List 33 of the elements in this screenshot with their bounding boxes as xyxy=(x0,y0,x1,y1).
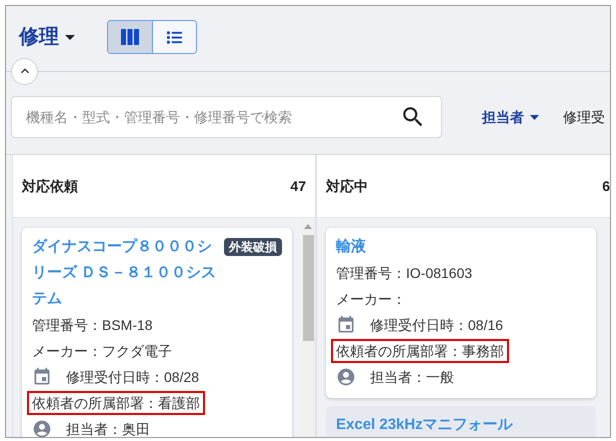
board-view-button[interactable] xyxy=(108,21,152,53)
calendar-icon xyxy=(32,367,52,387)
caret-icon xyxy=(530,114,539,120)
user-icon xyxy=(336,367,356,387)
search-field[interactable]: 機種名・型式・管理番号・修理番号で検索 xyxy=(11,96,442,138)
column-title: 対応依頼 xyxy=(22,176,78,196)
filter-button[interactable]: 修理受 xyxy=(563,106,605,128)
column-count: 6 xyxy=(602,176,610,196)
columns-icon xyxy=(121,29,139,45)
user-icon xyxy=(32,419,52,437)
list-icon xyxy=(166,30,183,44)
scrollbar-thumb[interactable] xyxy=(302,235,314,341)
card-field: 管理番号：BSM-18 xyxy=(32,315,153,335)
column-count: 47 xyxy=(290,176,306,196)
repair-card[interactable]: 輸液 管理番号：IO-081603 メーカー： 修理受付日時：08/16 依頼者の所属部署：事務部 担当者：一般 xyxy=(326,228,596,398)
card-field: 修理受付日時：08/28 xyxy=(66,367,200,387)
card-field: 担当者：奥田 xyxy=(66,419,150,437)
card-field: 修理受付日時：08/16 xyxy=(370,315,504,335)
card-field: 管理番号：IO-081603 xyxy=(336,263,472,283)
assignee-filter[interactable]: 担当者 xyxy=(482,106,539,128)
repair-card[interactable]: ダイナスコープ８０００シリーズ ＤＳ－８１００システム 外装破損 管理番号：BSM-18 メーカー：フクダ電子 修理受付日時：08/28 依頼者の所属部署：看護部 担当者：奥田 xyxy=(22,228,292,437)
card-field: 依頼者の所属部署：事務部 xyxy=(331,339,509,363)
card-field: 依頼者の所属部署：看護部 xyxy=(27,391,205,415)
scrollbar[interactable] xyxy=(301,218,315,437)
page-title[interactable]: 修理 xyxy=(19,22,59,52)
caret-icon[interactable] xyxy=(65,34,75,40)
card-field: 担当者：一般 xyxy=(370,367,454,387)
card-field: メーカー：フクダ電子 xyxy=(32,341,172,361)
damage-tag: 外装破損 xyxy=(224,238,282,256)
column-title: 対応中 xyxy=(326,176,368,196)
card-field: メーカー： xyxy=(336,289,406,309)
list-view-button[interactable] xyxy=(152,21,196,53)
calendar-icon xyxy=(336,315,356,335)
